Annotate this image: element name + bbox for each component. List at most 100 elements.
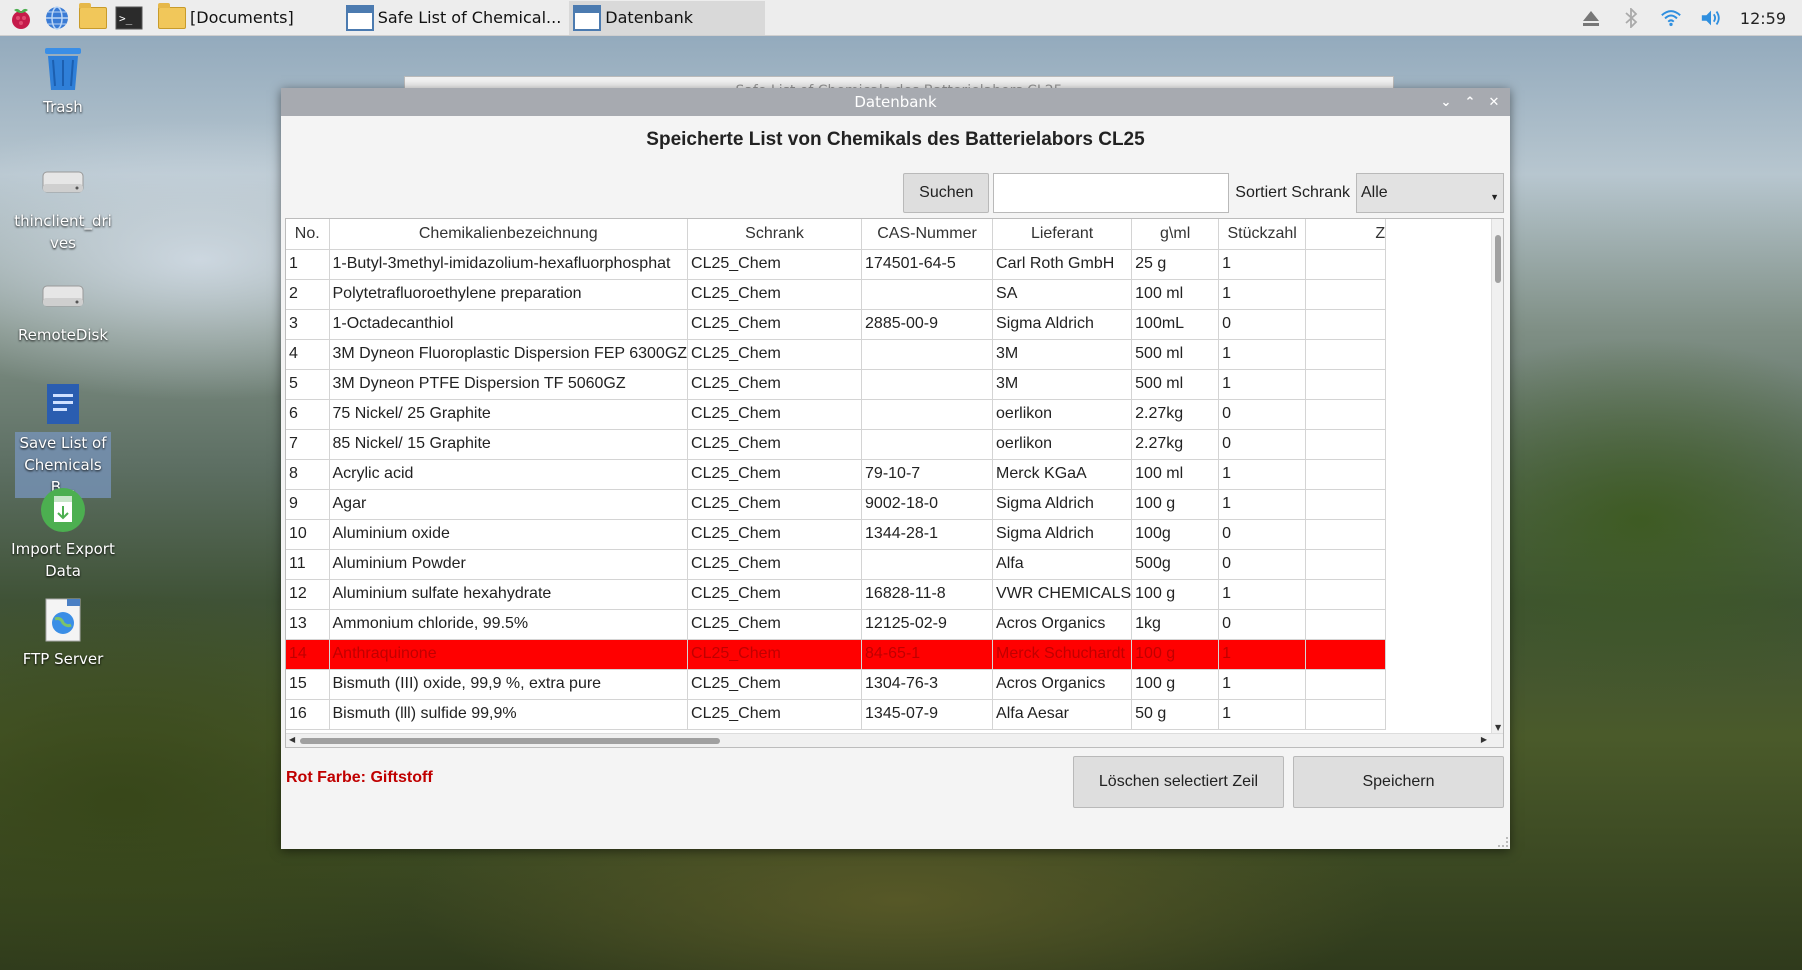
table-row[interactable]: 4 3M Dyneon Fluoroplastic Dispersion FEP …	[286, 339, 1387, 370]
table-row[interactable]: 3 1-Octadecanthiol CL25_Chem 2885-00-9 Sigma…	[286, 309, 1387, 340]
column-header-cas[interactable]: CAS-Nummer	[861, 219, 994, 250]
table-cell-schrank: CL25_Chem	[687, 609, 863, 640]
column-header-lieferant[interactable]: Lieferant	[992, 219, 1133, 250]
table-cell-z	[1305, 429, 1387, 460]
column-header-no[interactable]: No.	[286, 219, 330, 250]
table-cell-cas: 16828-11-8	[861, 579, 994, 610]
column-header-name[interactable]: Chemikalienbezeichnung	[329, 219, 689, 250]
save-button[interactable]: Speichern	[1293, 756, 1504, 808]
table-cell-gml: 500 ml	[1131, 339, 1220, 370]
clock[interactable]: 12:59	[1740, 9, 1786, 28]
terminal-icon[interactable]: >_	[114, 3, 144, 33]
table-cell-stk: 0	[1218, 519, 1307, 550]
table-cell-name: 1-Butyl-3methyl-imidazolium-hexafluorpho…	[329, 249, 689, 280]
table-cell-lieferant: Sigma Aldrich	[992, 309, 1133, 340]
scrollbar-thumb[interactable]	[1495, 235, 1501, 283]
table-cell-stk: 0	[1218, 609, 1307, 640]
search-bar: Suchen Sortiert Schrank Alle ▼	[903, 173, 1504, 213]
table-row[interactable]: 8 Acrylic acid CL25_Chem 79-10-7 Merck KGaA 1…	[286, 459, 1387, 490]
table-cell-schrank: CL25_Chem	[687, 429, 863, 460]
taskbar-app-documents[interactable]: [Documents]	[154, 1, 302, 35]
drive-icon	[39, 158, 87, 206]
table-cell-no: 8	[286, 459, 330, 490]
table-cell-gml: 25 g	[1131, 249, 1220, 280]
chemicals-table[interactable]: No. Chemikalienbezeichnung Schrank CAS-N…	[285, 218, 1504, 748]
column-header-gml[interactable]: g\ml	[1131, 219, 1220, 250]
ftp-globe-icon	[39, 596, 87, 644]
table-cell-lieferant: Sigma Aldrich	[992, 489, 1133, 520]
table-cell-gml: 100 g	[1131, 579, 1220, 610]
table-cell-name: Aluminium sulfate hexahydrate	[329, 579, 689, 610]
desktop-icon-ftp-server[interactable]: FTP Server	[10, 596, 116, 670]
column-header-schrank[interactable]: Schrank	[687, 219, 863, 250]
table-cell-gml: 100 g	[1131, 489, 1220, 520]
column-header-z[interactable]: Z	[1305, 219, 1387, 250]
table-row[interactable]: 10 Aluminium oxide CL25_Chem 1344-28-1 Sigma…	[286, 519, 1387, 550]
table-cell-cas	[861, 339, 994, 370]
raspberry-menu-icon[interactable]	[6, 3, 36, 33]
search-button[interactable]: Suchen	[903, 173, 990, 213]
table-cell-schrank: CL25_Chem	[687, 549, 863, 580]
window-title: Datenbank	[854, 93, 937, 111]
table-cell-gml: 50 g	[1131, 699, 1220, 730]
table-cell-z	[1305, 489, 1387, 520]
window-titlebar[interactable]: Datenbank ⌄ ⌃ ✕	[281, 88, 1510, 116]
taskbar-app-datenbank[interactable]: Datenbank	[569, 0, 766, 35]
table-row[interactable]: 7 85 Nickel/ 15 Graphite CL25_Chem oerlikon…	[286, 429, 1387, 460]
table-header-row: No. Chemikalienbezeichnung Schrank CAS-N…	[286, 219, 1387, 250]
eject-icon[interactable]	[1580, 7, 1602, 29]
table-cell-schrank: CL25_Chem	[687, 579, 863, 610]
table-cell-stk: 0	[1218, 309, 1307, 340]
table-row[interactable]: 15 Bismuth (III) oxide, 99,9 %, extra pur…	[286, 669, 1387, 700]
table-row[interactable]: 2 Polytetrafluoroethylene preparation CL2…	[286, 279, 1387, 310]
close-icon[interactable]: ✕	[1484, 92, 1504, 112]
table-row[interactable]: 1 1-Butyl-3methyl-imidazolium-hexafluorph…	[286, 249, 1387, 280]
taskbar: >_ [Documents] Safe List of Chemical... …	[0, 0, 1802, 36]
search-input[interactable]	[993, 173, 1230, 213]
table-row[interactable]: 11 Aluminium Powder CL25_Chem Alfa 500g 0	[286, 549, 1387, 580]
table-cell-z	[1305, 609, 1387, 640]
horizontal-scrollbar[interactable]: ◀ ▶	[286, 733, 1503, 747]
resize-grip[interactable]	[1498, 837, 1508, 847]
desktop-icon-remotedisk[interactable]: RemoteDisk	[10, 272, 116, 346]
table-cell-lieferant: oerlikon	[992, 429, 1133, 460]
taskbar-app-safe-list[interactable]: Safe List of Chemical...	[342, 1, 570, 35]
maximize-icon[interactable]: ⌃	[1460, 92, 1480, 112]
vertical-scrollbar[interactable]: ▼	[1491, 219, 1503, 734]
table-cell-lieferant: 3M	[992, 369, 1133, 400]
volume-icon[interactable]	[1700, 7, 1722, 29]
delete-row-button[interactable]: Löschen selectiert Zeil	[1073, 756, 1284, 808]
table-cell-z	[1305, 669, 1387, 700]
desktop-icon-thinclient-drives[interactable]: thinclient_drives	[10, 158, 116, 254]
scroll-down-icon[interactable]: ▼	[1495, 723, 1501, 732]
table-row[interactable]: 12 Aluminium sulfate hexahydrate CL25_Chem…	[286, 579, 1387, 610]
sort-label: Sortiert Schrank	[1235, 184, 1350, 201]
table-cell-name: 85 Nickel/ 15 Graphite	[329, 429, 689, 460]
table-cell-cas: 174501-64-5	[861, 249, 994, 280]
web-browser-icon[interactable]	[42, 3, 72, 33]
minimize-icon[interactable]: ⌄	[1436, 92, 1456, 112]
table-cell-no: 6	[286, 399, 330, 430]
desktop-icon-save-list[interactable]: Save List of Chemicals B...	[10, 380, 116, 498]
desktop-icon-import-export[interactable]: Import Export Data	[10, 486, 116, 582]
table-cell-gml: 500g	[1131, 549, 1220, 580]
file-manager-icon[interactable]	[78, 2, 108, 33]
table-row[interactable]: 9 Agar CL25_Chem 9002-18-0 Sigma Aldrich 100 …	[286, 489, 1387, 520]
table-row[interactable]: 6 75 Nickel/ 25 Graphite CL25_Chem oerlikon…	[286, 399, 1387, 430]
scroll-right-icon[interactable]: ▶	[1481, 735, 1487, 744]
table-cell-stk: 0	[1218, 429, 1307, 460]
table-row[interactable]: 5 3M Dyneon PTFE Dispersion TF 5060GZ CL25…	[286, 369, 1387, 400]
sort-schrank-select[interactable]: Alle ▼	[1356, 173, 1504, 213]
desktop-icon-trash[interactable]: Trash	[10, 44, 116, 118]
table-cell-no: 7	[286, 429, 330, 460]
column-header-stueckzahl[interactable]: Stückzahl	[1218, 219, 1307, 250]
scrollbar-thumb[interactable]	[300, 738, 720, 744]
scroll-left-icon[interactable]: ◀	[289, 735, 295, 744]
table-cell-z	[1305, 339, 1387, 370]
wifi-icon[interactable]	[1660, 7, 1682, 29]
table-row[interactable]: 13 Ammonium chloride, 99.5% CL25_Chem 12125…	[286, 609, 1387, 640]
table-row[interactable]: 16 Bismuth (lll) sulfide 99,9% CL25_Chem 13…	[286, 699, 1387, 730]
table-row-toxic[interactable]: 14 Anthraquinone CL25_Chem 84-65-1 Merck Sch…	[286, 639, 1387, 670]
sort-select-value: Alle	[1361, 184, 1388, 201]
bluetooth-icon[interactable]	[1620, 7, 1642, 29]
